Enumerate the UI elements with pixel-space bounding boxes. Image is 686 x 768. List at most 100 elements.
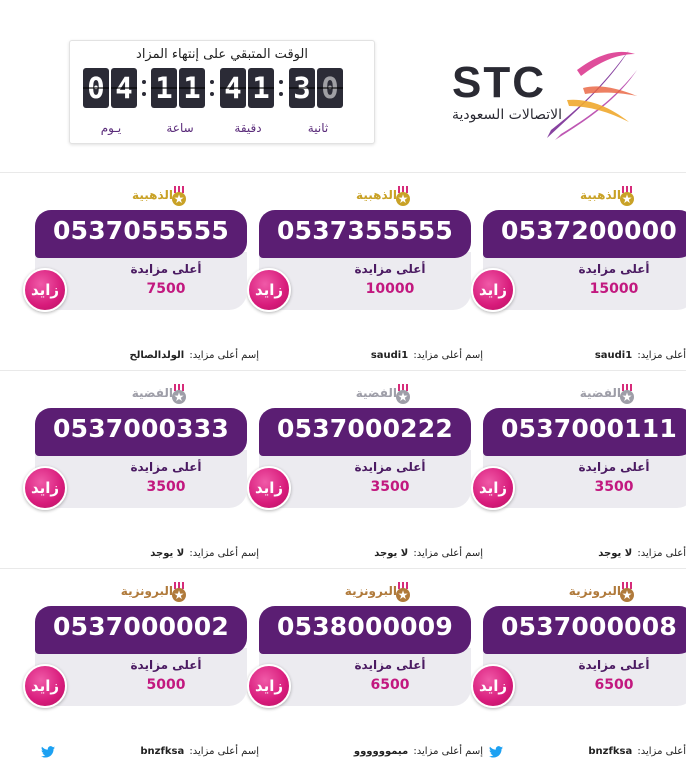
highest-bid-label: أعلى مزايدة — [130, 262, 202, 276]
medal-icon: ★ — [171, 384, 187, 404]
top-bidder-name: ميموووووو — [353, 746, 409, 757]
countdown-digit-day-1: 0 — [83, 68, 109, 108]
countdown-colon — [142, 76, 146, 100]
number-card: الفضية ★ 0537000222 أعلى مزايدة 3500 زايد إسم … — [247, 384, 483, 570]
tier-label: البرونزية — [344, 584, 397, 598]
highest-bid-label: أعلى مزايدة — [578, 658, 650, 672]
medal-icon: ★ — [171, 582, 187, 602]
countdown-label-days: يـوم — [100, 121, 122, 135]
bid-button[interactable]: زايد — [471, 664, 515, 708]
countdown-digit-second-1: 3 — [289, 68, 315, 108]
twitter-icon[interactable] — [489, 746, 503, 758]
top-bidder-name: bnzfksa — [140, 746, 185, 757]
number-plate: 0537000333 — [35, 408, 247, 456]
tier-label: الذهبية — [132, 188, 173, 202]
highest-bid-label: أعلى مزايدة — [130, 460, 202, 474]
number-plate: 0537355555 — [259, 210, 471, 258]
highest-bid-value: 5000 — [146, 677, 186, 693]
top-bidder-label: إسم أعلى مزايد: — [186, 746, 259, 757]
top-bidder-label: إسم أعلى مزايد: — [637, 350, 686, 361]
medal-icon: ★ — [395, 582, 411, 602]
top-bidder-label: إسم أعلى مزايد: — [186, 548, 259, 559]
highest-bid-value: 7500 — [146, 281, 186, 297]
tier-label: البرونزية — [568, 584, 621, 598]
top-bidder-name: saudi1 — [370, 350, 409, 361]
phone-number: 0537355555 — [277, 216, 453, 245]
top-bidder-name: لا يوجد — [150, 548, 185, 559]
number-card: الفضية★ 0537000111 أعلى مزايدة 3500 زايد إسم … — [471, 384, 686, 570]
top-bidder-label: إسم أعلى مزايد: — [410, 350, 483, 361]
top-bidder-line: إسم أعلى مزايد: saudi1 — [259, 350, 483, 361]
number-plate: 0537000222 — [259, 408, 471, 456]
countdown-label-seconds: ثانية — [307, 121, 329, 135]
phone-number: 0537000222 — [277, 414, 453, 443]
countdown-colon — [210, 76, 214, 100]
bid-button[interactable]: زايد — [247, 664, 291, 708]
highest-bid-value: 10000 — [365, 281, 415, 297]
stc-logo: STC الاتصالات السعودية — [412, 40, 642, 144]
phone-number: 0538000009 — [277, 612, 453, 641]
divider — [0, 172, 686, 173]
countdown-title: الوقت المتبقي على إنتهاء المزاد — [136, 47, 308, 62]
tier-label: الذهبية — [580, 188, 621, 202]
number-card: الذهبية ★ 0537355555 أعلى مزايدة 10000 زايد إس… — [247, 186, 483, 372]
phone-number: 0537000008 — [501, 612, 677, 641]
top-bidder-label: إسم أعلى مزايد: — [186, 350, 259, 361]
top-bidder-label: إسم أعلى مزايد: — [410, 746, 483, 757]
phone-number: 0537000111 — [501, 414, 677, 443]
tier-label: الفضية — [355, 386, 397, 400]
twitter-icon[interactable] — [41, 746, 55, 758]
highest-bid-label: أعلى مزايدة — [354, 658, 426, 672]
top-bidder-name: bnzfksa — [588, 746, 633, 757]
number-card: الذهبية ★ 0537055555 أعلى مزايدة 7500 زايد إسم… — [23, 186, 259, 372]
top-bidder-label: إسم أعلى مزايد: — [410, 548, 483, 559]
bid-button[interactable]: زايد — [23, 466, 67, 510]
medal-icon: ★ — [619, 384, 635, 404]
phone-number: 0537000002 — [53, 612, 229, 641]
highest-bid-value: 3500 — [594, 479, 634, 495]
top-bidder-line: إسم أعلى مزايد: ميموووووو — [259, 746, 483, 757]
number-plate: 0537000002 — [35, 606, 247, 654]
highest-bid-label: أعلى مزايدة — [354, 262, 426, 276]
number-card: البرونزية ★ 0537000002 أعلى مزايدة 5000 زايد إ… — [23, 582, 259, 768]
medal-icon: ★ — [619, 186, 635, 206]
phone-number: 0537200000 — [501, 216, 677, 245]
tier-label: الفضية — [579, 386, 621, 400]
top-bidder-label: إسم أعلى مزايد: — [637, 548, 686, 559]
top-bidder-line: إسم أعلى مزايد: bnzfksa — [483, 746, 686, 757]
phone-number: 0537055555 — [53, 216, 229, 245]
highest-bid-value: 6500 — [370, 677, 410, 693]
bid-button[interactable]: زايد — [23, 268, 67, 312]
highest-bid-value: 15000 — [589, 281, 639, 297]
top-bidder-line: إسم أعلى مزايد: لا يوجد — [259, 548, 483, 559]
number-plate: 0537055555 — [35, 210, 247, 258]
countdown-digit-minute-1: 4 — [220, 68, 246, 108]
countdown-label-minutes: دقيقة — [234, 121, 262, 135]
bid-button[interactable]: زايد — [247, 268, 291, 312]
tier-label: الفضية — [131, 386, 173, 400]
number-card: البرونزية★ 0537000008 أعلى مزايدة 6500 زايد إ… — [471, 582, 686, 768]
top-bidder-line: إسم أعلى مزايد: bnzfksa — [35, 746, 259, 757]
top-bidder-name: لا يوجد — [598, 548, 633, 559]
top-bidder-name: الولدالصالح — [129, 350, 185, 361]
stc-wordmark: STC — [452, 58, 546, 107]
countdown-colon — [279, 76, 283, 100]
bid-button[interactable]: زايد — [471, 466, 515, 510]
medal-icon: ★ — [619, 582, 635, 602]
highest-bid-label: أعلى مزايدة — [578, 460, 650, 474]
bid-button[interactable]: زايد — [471, 268, 515, 312]
number-card: الذهبية★ 0537200000 أعلى مزايدة 15000 زايد إس… — [471, 186, 686, 372]
countdown-panel: الوقت المتبقي على إنتهاء المزاد 0 4 1 1 … — [69, 40, 375, 144]
phone-number: 0537000333 — [53, 414, 229, 443]
countdown-digit-hour-1: 1 — [151, 68, 177, 108]
countdown-digit-minute-2: 1 — [248, 68, 274, 108]
top-bidder-label: إسم أعلى مزايد: — [637, 746, 686, 757]
medal-icon: ★ — [171, 186, 187, 206]
countdown-label-hours: ساعة — [166, 121, 194, 135]
medal-icon: ★ — [395, 384, 411, 404]
highest-bid-label: أعلى مزايدة — [130, 658, 202, 672]
tier-label: الذهبية — [356, 188, 397, 202]
bid-button[interactable]: زايد — [247, 466, 291, 510]
countdown-digit-hour-2: 1 — [179, 68, 205, 108]
bid-button[interactable]: زايد — [23, 664, 67, 708]
